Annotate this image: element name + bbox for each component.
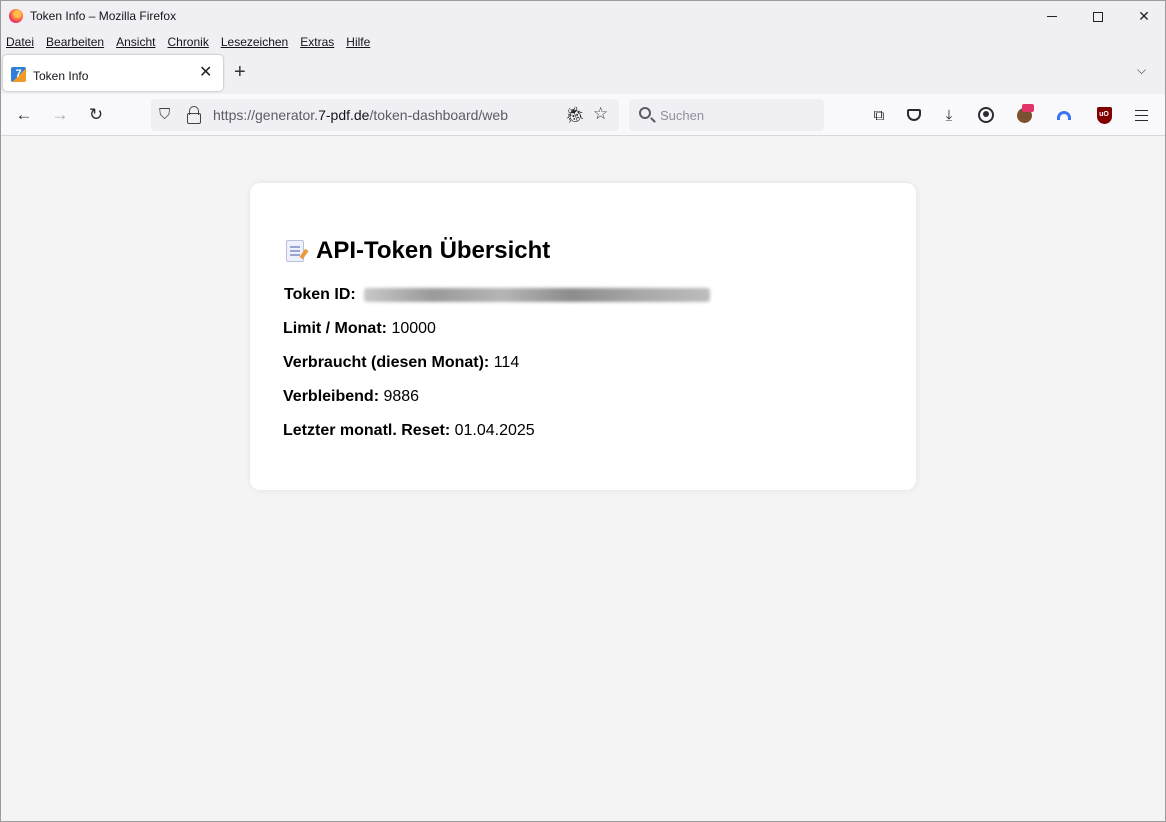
token-id-redacted bbox=[364, 287, 711, 302]
back-arrow-icon[interactable]: ← bbox=[12, 103, 36, 127]
account-icon[interactable] bbox=[974, 103, 998, 127]
maximize-icon bbox=[1093, 11, 1103, 22]
menu-item-datei[interactable]: Datei bbox=[6, 35, 34, 49]
url-prefix: https://generator. bbox=[213, 107, 319, 123]
menu-item-lesezeichen[interactable]: Lesezeichen bbox=[221, 35, 288, 49]
limit-label: Limit / Monat: bbox=[283, 320, 392, 337]
limit-value: 10000 bbox=[391, 320, 436, 337]
token-id-row: Token ID: bbox=[284, 286, 711, 304]
tab-strip: 7 Token Info ✕ + ⌵ bbox=[1, 52, 1165, 94]
close-tab-icon[interactable]: ✕ bbox=[199, 65, 212, 81]
reset-row: Letzter monatl. Reset: 01.04.2025 bbox=[283, 422, 535, 440]
minimize-icon bbox=[1047, 16, 1057, 17]
page-title: API-Token Übersicht bbox=[316, 237, 551, 264]
window-title: Token Info – Mozilla Firefox bbox=[30, 9, 177, 23]
new-tab-icon[interactable]: + bbox=[234, 62, 246, 82]
minimize-button[interactable] bbox=[1029, 1, 1075, 32]
shield-icon[interactable]: ⛉ bbox=[159, 106, 170, 123]
reload-icon[interactable]: ↻ bbox=[84, 103, 108, 127]
download-icon[interactable]: ⤓ bbox=[937, 103, 961, 127]
url-path: /token-dashboard/web bbox=[369, 107, 508, 123]
browser-window: Token Info – Mozilla Firefox ✕ Datei Bea… bbox=[0, 0, 1166, 822]
reset-value: 01.04.2025 bbox=[454, 422, 535, 439]
memo-icon bbox=[286, 240, 304, 262]
used-value: 114 bbox=[493, 354, 520, 371]
tab-token-info[interactable]: 7 Token Info ✕ bbox=[3, 55, 223, 91]
used-label: Verbraucht (diesen Monat): bbox=[283, 354, 494, 371]
remaining-row: Verbleibend: 9886 bbox=[283, 388, 419, 406]
ublock-icon[interactable]: uO bbox=[1092, 103, 1116, 127]
close-window-button[interactable]: ✕ bbox=[1121, 1, 1165, 32]
navigation-bar: ← → ↻ ⛉ https://generator.7-pdf.de/token… bbox=[1, 94, 1165, 136]
card-heading: API-Token Übersicht bbox=[286, 237, 550, 265]
menu-item-chronik[interactable]: Chronik bbox=[167, 35, 208, 49]
token-info-card: API-Token Übersicht Token ID: Limit / Mo… bbox=[250, 183, 916, 490]
url-domain: 7-pdf.de bbox=[318, 107, 370, 123]
menu-item-ansicht[interactable]: Ansicht bbox=[116, 35, 155, 49]
address-bar[interactable]: ⛉ https://generator.7-pdf.de/token-dashb… bbox=[151, 99, 619, 131]
url-text[interactable]: https://generator.7-pdf.de/token-dashboa… bbox=[213, 107, 508, 123]
hamburger-menu-icon[interactable] bbox=[1129, 103, 1153, 127]
menu-bar: Datei Bearbeiten Ansicht Chronik Lesezei… bbox=[1, 32, 1165, 52]
menu-item-extras[interactable]: Extras bbox=[300, 35, 334, 49]
extensions-icon[interactable]: ⧉ bbox=[867, 103, 891, 127]
limit-row: Limit / Monat: 10000 bbox=[283, 320, 436, 338]
token-id-label: Token ID: bbox=[284, 286, 361, 303]
firefox-logo-icon bbox=[9, 9, 23, 23]
bug-icon[interactable]: 🐞︎ bbox=[565, 105, 585, 125]
menu-item-hilfe[interactable]: Hilfe bbox=[346, 35, 370, 49]
star-icon[interactable]: ☆ bbox=[593, 104, 608, 124]
search-placeholder: Suchen bbox=[660, 108, 705, 123]
tab-title: Token Info bbox=[33, 69, 89, 83]
used-row: Verbraucht (diesen Monat): 114 bbox=[283, 354, 519, 372]
lock-icon[interactable] bbox=[187, 105, 201, 124]
search-icon bbox=[639, 107, 651, 119]
addon-icon[interactable] bbox=[1012, 103, 1036, 127]
title-bar: Token Info – Mozilla Firefox ✕ bbox=[1, 1, 1165, 32]
reset-label: Letzter monatl. Reset: bbox=[283, 422, 455, 439]
remaining-label: Verbleibend: bbox=[283, 388, 384, 405]
close-icon: ✕ bbox=[1138, 8, 1150, 24]
chevron-down-icon[interactable]: ⌵ bbox=[1137, 63, 1146, 78]
forward-arrow-icon[interactable]: → bbox=[48, 103, 72, 127]
search-bar[interactable]: Suchen bbox=[629, 99, 824, 131]
menu-item-bearbeiten[interactable]: Bearbeiten bbox=[46, 35, 104, 49]
remaining-value: 9886 bbox=[383, 388, 420, 405]
page-content: API-Token Übersicht Token ID: Limit / Mo… bbox=[1, 136, 1165, 821]
vpn-icon[interactable] bbox=[1052, 103, 1076, 127]
pocket-icon[interactable] bbox=[902, 103, 926, 127]
maximize-button[interactable] bbox=[1075, 1, 1121, 32]
site-favicon-icon: 7 bbox=[11, 67, 26, 82]
